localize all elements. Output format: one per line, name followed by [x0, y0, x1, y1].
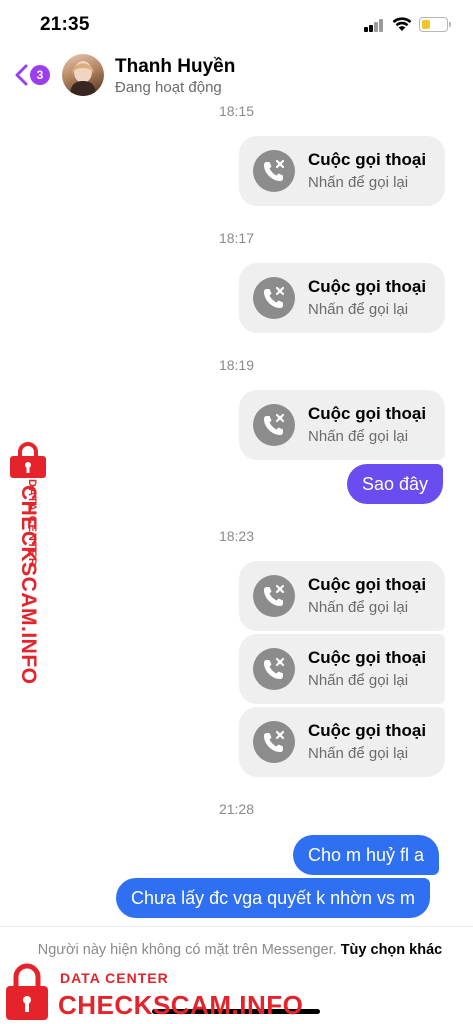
watermark-text: CHECKSCAM.INFO [58, 990, 304, 1020]
missed-call-card[interactable]: Cuộc gọi thoại Nhấn để gọi lại [239, 707, 445, 777]
lock-icon [6, 963, 48, 1020]
call-title: Cuộc gọi thoại [308, 721, 427, 740]
timestamp: 18:17 [218, 230, 255, 246]
missed-call-icon [253, 404, 295, 446]
missed-call-card[interactable]: Cuộc gọi thoại Nhấn để gọi lại [239, 390, 445, 460]
timestamp: 18:23 [218, 528, 255, 544]
wifi-icon [392, 17, 412, 31]
call-back-hint: Nhấn để gọi lại [308, 301, 409, 318]
missed-call-icon [253, 150, 295, 192]
chevron-left-icon [15, 64, 28, 86]
sent-message-bubble[interactable]: Cho m huỷ fl a [293, 835, 440, 875]
contact-status: Đang hoạt động [115, 79, 222, 96]
watermark-text: CHECKSCAM.INFO [17, 485, 40, 685]
missed-call-card[interactable]: Cuộc gọi thoại Nhấn để gọi lại [239, 263, 445, 333]
lock-icon [10, 442, 46, 478]
missed-call-card[interactable]: Cuộc gọi thoại Nhấn để gọi lại [239, 634, 445, 704]
timestamp: 18:15 [218, 103, 255, 119]
call-title: Cuộc gọi thoại [308, 648, 427, 667]
status-time: 21:35 [40, 14, 90, 35]
battery-tip [449, 22, 451, 27]
avatar[interactable] [62, 54, 104, 96]
missed-call-icon [253, 277, 295, 319]
call-back-hint: Nhấn để gọi lại [308, 599, 409, 616]
call-back-hint: Nhấn để gọi lại [308, 672, 409, 689]
timestamp: 18:19 [218, 357, 255, 373]
call-back-hint: Nhấn để gọi lại [308, 745, 409, 762]
unavailable-notice-text: Người này hiện không có mặt trên Messeng… [37, 942, 337, 958]
call-back-hint: Nhấn để gọi lại [308, 174, 409, 191]
status-bar: 21:35 [0, 0, 473, 50]
cellular-signal-icon [364, 19, 384, 32]
call-back-hint: Nhấn để gọi lại [308, 428, 409, 445]
missed-call-card[interactable]: Cuộc gọi thoại Nhấn để gọi lại [239, 561, 445, 631]
watermark-side: DATA CENTER CHECKSCAM.INFO [0, 436, 52, 685]
call-title: Cuộc gọi thoại [308, 404, 427, 423]
missed-call-icon [253, 721, 295, 763]
timestamp: 21:28 [218, 801, 255, 817]
unavailable-notice: Người này hiện không có mặt trên Messeng… [30, 939, 450, 962]
sent-message-bubble[interactable]: Chưa lấy đc vga quyết k nhờn vs m [116, 878, 430, 918]
more-options-link[interactable]: Tùy chọn khác [341, 942, 443, 958]
contact-name[interactable]: Thanh Huyền [115, 56, 235, 78]
call-title: Cuộc gọi thoại [308, 277, 427, 296]
call-title: Cuộc gọi thoại [308, 150, 427, 169]
missed-call-card[interactable]: Cuộc gọi thoại Nhấn để gọi lại [239, 136, 445, 206]
conversation-header: 3 Thanh Huyền Đang hoạt động [0, 50, 473, 102]
watermark-small-text: DATA CENTER [60, 970, 169, 986]
sent-message-bubble[interactable]: Sao đây [347, 464, 444, 504]
missed-call-icon [253, 648, 295, 690]
call-title: Cuộc gọi thoại [308, 575, 427, 594]
missed-call-icon [253, 575, 295, 617]
battery-icon [419, 17, 448, 32]
unread-count-badge: 3 [30, 65, 50, 85]
back-button[interactable]: 3 [10, 60, 54, 90]
